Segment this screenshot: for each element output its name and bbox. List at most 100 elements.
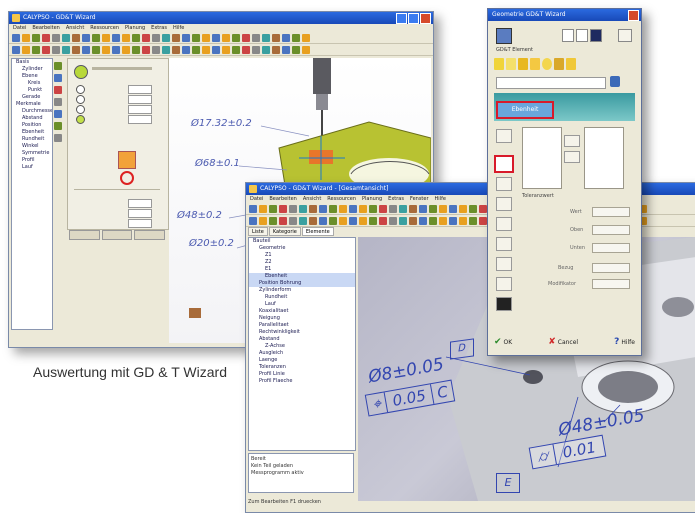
toolbar-button-icon[interactable]: [292, 33, 300, 42]
toolbar-button-icon[interactable]: [379, 204, 387, 213]
front-feature-tree[interactable]: Bauteil Geometrie Z1 Z2 E1 Ebenheit Position B…: [248, 237, 356, 451]
lower-field[interactable]: [592, 243, 630, 253]
toolbar-button-icon[interactable]: [279, 204, 287, 213]
toolbar-button-icon[interactable]: [282, 33, 290, 42]
menu-item[interactable]: Datei: [13, 25, 26, 31]
tree-node[interactable]: Ebenheit: [12, 129, 52, 136]
toolbar-button-icon[interactable]: [182, 33, 190, 42]
toolbar-button-icon[interactable]: [142, 33, 150, 42]
toolbar-button-icon[interactable]: [309, 204, 317, 213]
tree-node[interactable]: Abstand: [12, 115, 52, 122]
element-icon[interactable]: [566, 58, 576, 70]
tool-icon[interactable]: [54, 134, 62, 142]
tree-node[interactable]: Ebenheit: [249, 273, 355, 280]
radio-option[interactable]: [76, 85, 85, 94]
tree-node[interactable]: Ebene: [12, 73, 52, 80]
ok-button[interactable]: ✔ OK: [494, 337, 512, 347]
tree-node[interactable]: Merkmale: [12, 101, 52, 108]
tree-node[interactable]: Z-Achse: [249, 343, 355, 350]
tool-icon[interactable]: [54, 74, 62, 82]
toolbar-button-icon[interactable]: [349, 204, 357, 213]
tree-node[interactable]: Profil: [12, 157, 52, 164]
toolbar-button-icon[interactable]: [122, 33, 130, 42]
toolbar-button-icon[interactable]: [242, 45, 250, 54]
tree-node[interactable]: Punkt: [12, 87, 52, 94]
toolbar-button-icon[interactable]: [269, 216, 277, 225]
tree-node[interactable]: Toleranzen: [249, 364, 355, 371]
move-left-button[interactable]: [564, 151, 580, 163]
tree-node[interactable]: Neigung: [249, 315, 355, 322]
toolbar-button-icon[interactable]: [359, 204, 367, 213]
value-field[interactable]: [128, 85, 152, 94]
toolbar-button-icon[interactable]: [232, 33, 240, 42]
tree-node[interactable]: Abstand: [249, 336, 355, 343]
toolbar-button-icon[interactable]: [449, 204, 457, 213]
toolbar-button-icon[interactable]: [249, 204, 257, 213]
toolbar-button-icon[interactable]: [302, 45, 310, 54]
toolbar-button-icon[interactable]: [102, 45, 110, 54]
toolbar-button-icon[interactable]: [12, 45, 20, 54]
element-icon[interactable]: [530, 58, 540, 70]
maximize-button[interactable]: [408, 13, 419, 24]
toolbar-button-icon[interactable]: [399, 204, 407, 213]
toolbar-button-icon[interactable]: [232, 45, 240, 54]
element-icon[interactable]: [554, 58, 564, 70]
toolbar-button-icon[interactable]: [262, 45, 270, 54]
toolbar-button-icon[interactable]: [72, 33, 80, 42]
toolbar-button-icon[interactable]: [22, 45, 30, 54]
toolbar-button-icon[interactable]: [22, 33, 30, 42]
toolbar-button-icon[interactable]: [309, 216, 317, 225]
toolbar-button-icon[interactable]: [479, 216, 487, 225]
menu-item[interactable]: Ressourcen: [90, 25, 119, 31]
datum-field[interactable]: [592, 263, 630, 273]
toolbar-button-icon[interactable]: [429, 216, 437, 225]
toolbar-button-icon[interactable]: [409, 204, 417, 213]
menu-item[interactable]: Ansicht: [303, 196, 321, 202]
toolbar-button-icon[interactable]: [82, 33, 90, 42]
toolbar-button-icon[interactable]: [112, 33, 120, 42]
tree-node[interactable]: Profil Linie: [249, 371, 355, 378]
nav-back-button[interactable]: [562, 29, 574, 42]
toolbar-button-icon[interactable]: [102, 33, 110, 42]
cancel-button[interactable]: ✘ Cancel: [548, 337, 578, 347]
toolbar-button-icon[interactable]: [32, 33, 40, 42]
toolbar-button-icon[interactable]: [162, 45, 170, 54]
panel-button[interactable]: [69, 230, 100, 240]
tree-node[interactable]: Symmetrie: [12, 150, 52, 157]
toolbar-button-icon[interactable]: [62, 33, 70, 42]
toolbar-button-icon[interactable]: [212, 33, 220, 42]
tool-icon[interactable]: [54, 86, 62, 94]
toolbar-button-icon[interactable]: [269, 204, 277, 213]
radio-option[interactable]: [76, 105, 85, 114]
toolbar-button-icon[interactable]: [389, 204, 397, 213]
toolbar-button-icon[interactable]: [349, 216, 357, 225]
toolbar-button-icon[interactable]: [12, 33, 20, 42]
tree-node[interactable]: Durchmesser: [12, 108, 52, 115]
toolbar-button-icon[interactable]: [469, 204, 477, 213]
toolbar-button-icon[interactable]: [319, 204, 327, 213]
menu-item[interactable]: Datei: [250, 196, 263, 202]
back-feature-tree[interactable]: Basis Zylinder Ebene Kreis Punkt Gerade Merkma…: [11, 58, 53, 330]
tool-icon[interactable]: [54, 62, 62, 70]
toolbar-button-icon[interactable]: [212, 45, 220, 54]
element-icon[interactable]: [506, 58, 516, 70]
toolbar-button-icon[interactable]: [92, 45, 100, 54]
toolbar-button-icon[interactable]: [409, 216, 417, 225]
tolerance-icon[interactable]: [496, 129, 512, 143]
tree-node[interactable]: Winkel: [12, 143, 52, 150]
toolbar-button-icon[interactable]: [302, 33, 310, 42]
toolbar-button-icon[interactable]: [252, 33, 260, 42]
menu-item[interactable]: Extras: [151, 25, 167, 31]
toolbar-button-icon[interactable]: [202, 45, 210, 54]
panel-button[interactable]: [134, 230, 166, 240]
tolerance-icon[interactable]: [496, 277, 512, 291]
toolbar-button-icon[interactable]: [279, 216, 287, 225]
tab-kategorie[interactable]: Kategorie: [268, 227, 301, 236]
toolbar-button-icon[interactable]: [42, 45, 50, 54]
toolbar-button-icon[interactable]: [449, 216, 457, 225]
menu-item[interactable]: Ressourcen: [327, 196, 356, 202]
toolbar-button-icon[interactable]: [459, 216, 467, 225]
toolbar-button-icon[interactable]: [152, 33, 160, 42]
toolbar-button-icon[interactable]: [112, 45, 120, 54]
toolbar-button-icon[interactable]: [222, 45, 230, 54]
